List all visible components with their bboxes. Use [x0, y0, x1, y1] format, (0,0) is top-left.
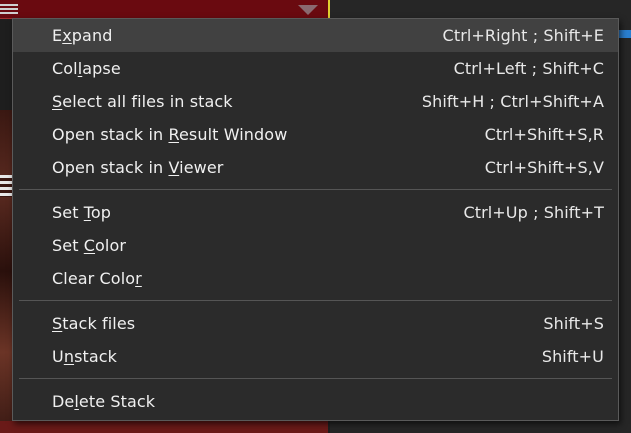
menu-lines-icon — [0, 4, 18, 16]
menu-item-label: Unstack — [52, 347, 118, 366]
menu-item-set-top[interactable]: Set Top Ctrl+Up ; Shift+T — [13, 196, 618, 229]
access-key: x — [62, 26, 72, 45]
menu-separator — [19, 300, 612, 301]
menu-item-label: Collapse — [52, 59, 121, 78]
menu-item-shortcut: Shift+S — [543, 314, 604, 333]
background-accent-strip — [619, 30, 631, 38]
background-footer-bar — [0, 421, 328, 433]
menu-item-shortcut: Ctrl+Up ; Shift+T — [463, 203, 604, 222]
menu-separator — [19, 378, 612, 379]
access-key: V — [168, 158, 180, 177]
menu-item-label: Delete Stack — [52, 392, 156, 411]
access-key: R — [168, 125, 179, 144]
menu-item-shortcut: Ctrl+Left ; Shift+C — [453, 59, 604, 78]
access-key: T — [83, 203, 91, 222]
access-key: C — [83, 236, 96, 255]
menu-item-label: Open stack in Result Window — [52, 125, 288, 144]
menu-item-label: Clear Color — [52, 269, 142, 288]
access-key: n — [63, 347, 75, 366]
menu-item-delete-stack[interactable]: Delete Stack — [13, 385, 618, 418]
menu-item-clear-color[interactable]: Clear Color — [13, 262, 618, 295]
stack-context-menu: Expand Ctrl+Right ; Shift+E Collapse Ctrl+L… — [12, 18, 619, 421]
menu-item-expand[interactable]: Expand Ctrl+Right ; Shift+E — [13, 19, 618, 52]
menu-item-label: Set Top — [52, 203, 112, 222]
access-key: S — [52, 92, 63, 111]
menu-item-label: Set Color — [52, 236, 127, 255]
menu-item-set-color[interactable]: Set Color — [13, 229, 618, 262]
background-header-panel — [0, 0, 330, 19]
menu-item-label: Stack files — [52, 314, 136, 333]
menu-item-shortcut: Shift+H ; Ctrl+Shift+A — [421, 92, 604, 111]
menu-item-shortcut: Ctrl+Right ; Shift+E — [442, 26, 604, 45]
menu-item-unstack[interactable]: Unstack Shift+U — [13, 340, 618, 373]
menu-item-stack-files[interactable]: Stack files Shift+S — [13, 307, 618, 340]
menu-item-label: Expand — [52, 26, 113, 45]
menu-separator — [19, 189, 612, 190]
menu-item-open-in-viewer[interactable]: Open stack in Viewer Ctrl+Shift+S,V — [13, 151, 618, 184]
menu-item-select-all-files[interactable]: Select all files in stack Shift+H ; Ctrl+… — [13, 85, 618, 118]
access-key: S — [52, 314, 63, 333]
chevron-down-icon — [298, 5, 318, 15]
menu-item-label: Select all files in stack — [52, 92, 233, 111]
menu-item-shortcut: Ctrl+Shift+S,V — [484, 158, 604, 177]
menu-item-label: Open stack in Viewer — [52, 158, 224, 177]
menu-item-shortcut: Ctrl+Shift+S,R — [484, 125, 604, 144]
menu-item-collapse[interactable]: Collapse Ctrl+Left ; Shift+C — [13, 52, 618, 85]
menu-item-shortcut: Shift+U — [541, 347, 604, 366]
access-key: r — [135, 269, 142, 288]
menu-item-open-in-result-window[interactable]: Open stack in Result Window Ctrl+Shift+S,… — [13, 118, 618, 151]
